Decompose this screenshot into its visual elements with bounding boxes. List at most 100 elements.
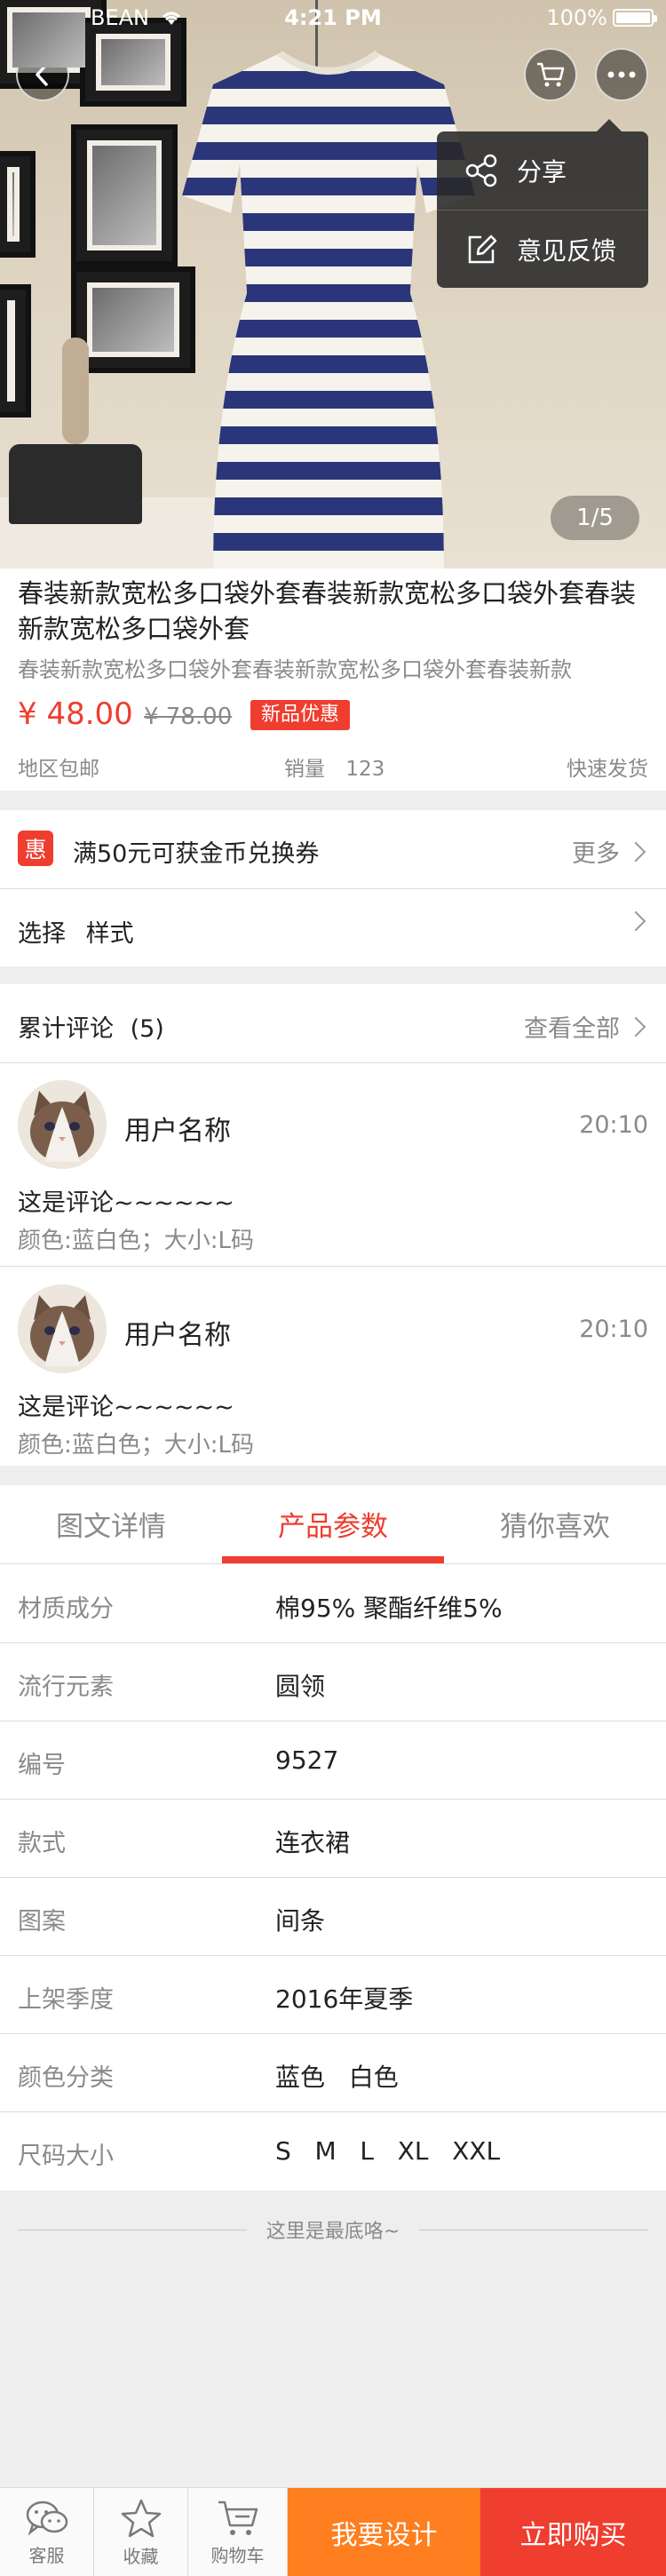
cart-icon xyxy=(537,62,565,87)
wall-frame-photo xyxy=(71,124,178,266)
param-label: 上架季度 xyxy=(18,1986,114,2014)
bottom-action-bar: 客服 收藏 购物车 我要设计 立即购买 xyxy=(0,2487,666,2576)
product-image-gallery[interactable]: BEAN 4:21 PM 100% 分享 意见反馈 1/5 xyxy=(0,0,666,568)
options-value: 样式 xyxy=(85,920,134,948)
review-text: 这是评论~~~~~~ xyxy=(18,1394,234,1421)
chevron-right-icon xyxy=(625,910,646,932)
star-icon xyxy=(121,2499,161,2537)
review-username: 用户名称 xyxy=(124,1320,231,1351)
divider xyxy=(0,1955,666,1956)
status-bar: BEAN 4:21 PM 100% xyxy=(0,0,666,36)
divider xyxy=(0,1799,666,1800)
param-value: 圆领 xyxy=(275,1672,326,1701)
chat-bubbles-icon xyxy=(26,2500,67,2536)
options-select-label: 选择 xyxy=(18,920,66,948)
param-value: 2016年夏季 xyxy=(275,1984,414,2014)
param-value: 蓝色 白色 xyxy=(275,2063,399,2092)
tab-recommendations[interactable]: 猜你喜欢 xyxy=(444,1501,666,1563)
shipping-region: 地区包邮 xyxy=(18,758,99,781)
review-text: 这是评论~~~~~~ xyxy=(18,1189,234,1217)
review-time: 20:10 xyxy=(579,1111,648,1139)
new-product-badge: 新品优惠 xyxy=(250,700,351,730)
customer-service-label: 客服 xyxy=(28,2544,65,2566)
tab-product-params[interactable]: 产品参数 xyxy=(222,1501,444,1563)
param-label: 颜色分类 xyxy=(18,2064,114,2092)
reviews-header: 累计评论 (5) xyxy=(18,1009,164,1044)
menu-item-feedback[interactable]: 意见反馈 xyxy=(437,210,648,288)
striped-dress-image xyxy=(182,50,475,568)
delivery-info: 快速发货 xyxy=(567,758,648,781)
more-button[interactable] xyxy=(595,48,648,101)
cat-avatar-icon xyxy=(18,1080,107,1169)
divider xyxy=(0,2033,666,2034)
options-chevron[interactable] xyxy=(625,910,646,932)
cat-avatar-icon xyxy=(18,1284,107,1373)
sales-info: 销量 123 xyxy=(284,751,385,782)
wall-frame-photo xyxy=(0,284,31,417)
shopping-cart-button[interactable]: 购物车 xyxy=(188,2488,288,2576)
end-of-page-text: 这里是最底咯~ xyxy=(266,2221,400,2243)
original-price: ¥ 78.00 xyxy=(144,704,233,730)
review-spec: 颜色:蓝白色；大小:L码 xyxy=(18,1432,255,1459)
options-label: 选择 样式 xyxy=(18,914,134,949)
product-title: 春装新款宽松多口袋外套春装新款宽松多口袋外套春装新款宽松多口袋外套 xyxy=(18,578,637,644)
share-icon xyxy=(465,154,497,187)
param-value: S M L XL XXL xyxy=(275,2136,501,2166)
promo-text: 满50元可获金币兑换券 xyxy=(73,840,320,868)
tab-graphic-details[interactable]: 图文详情 xyxy=(0,1501,222,1563)
shopping-cart-label: 购物车 xyxy=(210,2544,265,2566)
discount-icon: 惠 xyxy=(18,831,53,866)
menu-item-share-label: 分享 xyxy=(517,157,567,187)
review-spec: 颜色:蓝白色；大小:L码 xyxy=(18,1228,255,1254)
view-all-label: 查看全部 xyxy=(524,1015,620,1043)
reviews-count: (5) xyxy=(130,1015,164,1043)
avatar[interactable] xyxy=(18,1080,107,1169)
sales-label: 销量 xyxy=(284,758,325,781)
design-button[interactable]: 我要设计 xyxy=(288,2488,480,2576)
divider xyxy=(0,1062,666,1063)
view-all-reviews-link[interactable]: 查看全部 xyxy=(524,1009,646,1044)
cart-icon xyxy=(218,2500,258,2535)
customer-service-button[interactable]: 客服 xyxy=(0,2488,94,2576)
promo-more-label: 更多 xyxy=(572,840,620,868)
param-label: 尺码大小 xyxy=(18,2143,114,2170)
cart-button[interactable] xyxy=(524,48,577,101)
param-value: 棉95% 聚酯纤维5% xyxy=(275,1594,503,1623)
wall-frame-photo xyxy=(71,266,195,373)
chevron-right-icon xyxy=(625,841,646,862)
favorite-label: 收藏 xyxy=(123,2545,159,2567)
more-menu-popup: 分享 意见反馈 xyxy=(437,119,648,288)
divider xyxy=(0,2111,666,2112)
param-value: 间条 xyxy=(275,1906,326,1936)
product-price: ¥ 48.00 xyxy=(18,696,133,732)
reviews-header-label: 累计评论 xyxy=(18,1015,114,1043)
param-label: 编号 xyxy=(18,1752,66,1779)
product-subtitle: 春装新款宽松多口袋外套春装新款宽松多口袋外套春装新款 xyxy=(18,657,572,682)
sales-count: 123 xyxy=(345,758,385,781)
image-counter: 1/5 xyxy=(551,496,639,540)
param-value: 连衣裙 xyxy=(275,1828,351,1857)
menu-item-share[interactable]: 分享 xyxy=(437,131,648,210)
param-label: 流行元素 xyxy=(18,1674,114,1701)
param-label: 材质成分 xyxy=(18,1595,114,1623)
menu-item-feedback-label: 意见反馈 xyxy=(517,235,617,266)
param-label: 款式 xyxy=(18,1830,66,1857)
typewriter xyxy=(9,444,142,524)
param-label: 图案 xyxy=(18,1908,66,1936)
avatar[interactable] xyxy=(18,1284,107,1373)
buy-now-button[interactable]: 立即购买 xyxy=(480,2488,666,2576)
review-time: 20:10 xyxy=(579,1316,648,1343)
chevron-right-icon xyxy=(625,1016,646,1037)
divider xyxy=(0,1266,666,1267)
param-value: 9527 xyxy=(275,1745,339,1775)
divider xyxy=(0,1563,666,1564)
wall-frame-photo xyxy=(0,151,36,258)
promo-more-link[interactable]: 更多 xyxy=(572,834,646,869)
active-tab-indicator xyxy=(222,1556,444,1563)
edit-icon xyxy=(468,235,497,263)
battery-icon xyxy=(613,9,657,27)
review-username: 用户名称 xyxy=(124,1116,231,1147)
favorite-button[interactable]: 收藏 xyxy=(94,2488,188,2576)
more-dots-icon xyxy=(607,71,636,78)
divider xyxy=(0,1877,666,1878)
